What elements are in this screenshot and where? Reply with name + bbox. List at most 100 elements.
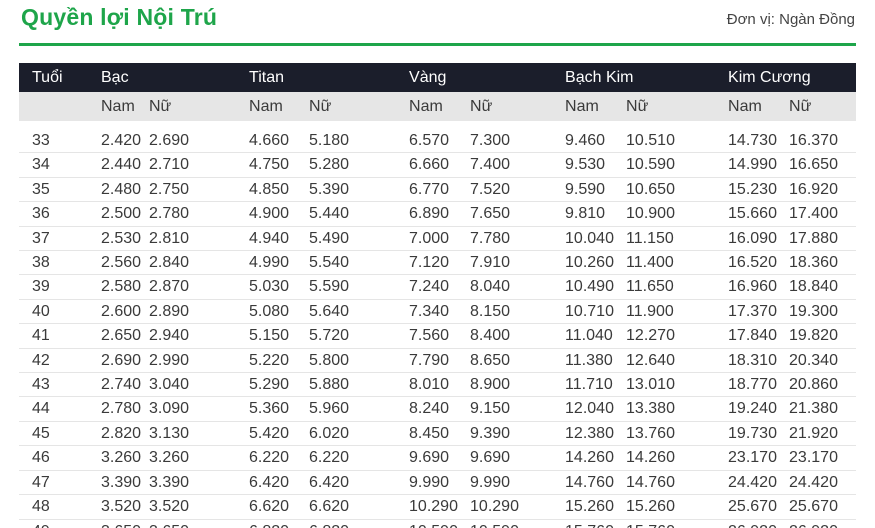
female-value-cell: 5.280 (309, 152, 410, 178)
male-value-cell: 3.260 (88, 445, 149, 471)
male-value-cell: 8.240 (409, 396, 471, 422)
male-value-cell: 5.420 (249, 421, 310, 447)
male-value-cell: 11.040 (565, 323, 627, 349)
female-value-cell: 5.180 (309, 129, 410, 154)
female-value-cell: 7.520 (470, 177, 566, 203)
female-value-cell: 8.400 (470, 323, 566, 349)
female-value-cell: 11.900 (626, 299, 729, 325)
male-header: Nam (88, 92, 149, 121)
male-value-cell: 7.000 (409, 226, 471, 252)
female-value-cell: 7.300 (470, 129, 566, 154)
table-row: 46 3.260 3.260 6.220 6.220 9.690 9.690 14.260 14… (19, 445, 857, 471)
male-value-cell: 9.460 (565, 129, 627, 154)
female-value-cell: 15.260 (626, 494, 729, 520)
tier-header-titan: Titan (249, 63, 410, 92)
male-value-cell: 9.530 (565, 152, 627, 178)
table-row: 38 2.560 2.840 4.990 5.540 7.120 7.910 10.260 11… (19, 250, 857, 276)
male-value-cell: 6.770 (409, 177, 471, 203)
male-value-cell: 9.590 (565, 177, 627, 203)
age-cell: 37 (19, 226, 88, 252)
male-value-cell: 6.820 (249, 519, 309, 528)
female-value-cell: 13.380 (626, 396, 729, 422)
female-value-cell: 7.400 (470, 152, 566, 178)
title-divider (19, 43, 856, 46)
male-value-cell: 4.660 (249, 129, 310, 154)
male-value-cell: 12.380 (565, 421, 627, 447)
male-value-cell: 5.030 (249, 274, 310, 300)
table-row: 39 2.580 2.870 5.030 5.590 7.240 8.040 10.490 11… (19, 274, 857, 300)
age-cell: 41 (19, 323, 88, 349)
male-value-cell: 2.780 (88, 396, 149, 422)
female-value-cell: 18.840 (789, 274, 857, 300)
table-row: 36 2.500 2.780 4.900 5.440 6.890 7.650 9.810 10.… (19, 201, 857, 227)
male-value-cell: 25.670 (728, 494, 790, 520)
female-value-cell: 2.710 (149, 152, 250, 178)
male-value-cell: 14.730 (728, 129, 790, 154)
female-header: Nữ (470, 92, 566, 121)
male-value-cell: 9.990 (409, 470, 471, 496)
male-value-cell: 4.750 (249, 152, 310, 178)
female-value-cell: 19.300 (789, 299, 857, 325)
female-value-cell: 8.900 (470, 372, 566, 398)
female-value-cell: 2.690 (149, 129, 250, 154)
female-value-cell: 13.010 (626, 372, 729, 398)
male-value-cell: 2.500 (88, 201, 149, 227)
male-value-cell: 2.480 (88, 177, 149, 203)
male-value-cell: 6.420 (249, 470, 310, 496)
female-header: Nữ (309, 92, 410, 121)
male-value-cell: 10.590 (409, 519, 470, 528)
male-value-cell: 11.380 (565, 348, 627, 374)
male-value-cell: 2.560 (88, 250, 149, 276)
male-value-cell: 15.660 (728, 201, 790, 227)
female-value-cell: 2.890 (149, 299, 250, 325)
gender-header-row: Nam Nữ Nam Nữ Nam Nữ Nam Nữ Nam Nữ (19, 92, 857, 121)
female-value-cell: 7.910 (470, 250, 566, 276)
female-value-cell: 5.590 (309, 274, 410, 300)
male-value-cell: 9.810 (565, 201, 627, 227)
female-value-cell: 3.090 (149, 396, 250, 422)
age-cell: 36 (19, 201, 88, 227)
male-value-cell: 10.040 (565, 226, 627, 252)
female-value-cell: 10.900 (626, 201, 729, 227)
male-value-cell: 7.240 (409, 274, 471, 300)
female-value-cell: 20.340 (789, 348, 857, 374)
male-value-cell: 2.740 (88, 372, 149, 398)
male-value-cell: 18.310 (728, 348, 790, 374)
female-value-cell: 6.820 (309, 519, 409, 528)
female-value-cell: 6.620 (309, 494, 410, 520)
male-value-cell: 6.660 (409, 152, 471, 178)
male-value-cell: 17.840 (728, 323, 790, 349)
male-value-cell: 5.080 (249, 299, 310, 325)
female-value-cell: 9.390 (470, 421, 566, 447)
table-row: 493.6503.6506.8206.82010.59010.59015.760… (19, 519, 856, 528)
female-value-cell: 7.780 (470, 226, 566, 252)
female-value-cell: 12.270 (626, 323, 729, 349)
female-value-cell: 25.670 (789, 494, 857, 520)
table-body: 33 2.420 2.690 4.660 5.180 6.570 7.300 9.460 10.… (19, 129, 857, 528)
female-value-cell: 5.440 (309, 201, 410, 227)
female-value-cell: 16.650 (789, 152, 857, 178)
male-value-cell: 2.650 (88, 323, 149, 349)
age-subheader (19, 92, 88, 121)
female-value-cell: 5.960 (309, 396, 410, 422)
male-value-cell: 2.580 (88, 274, 149, 300)
spacer-row (19, 121, 856, 129)
female-header: Nữ (626, 92, 729, 121)
table-row: 47 3.390 3.390 6.420 6.420 9.990 9.990 14.760 14… (19, 470, 857, 496)
male-value-cell: 24.420 (728, 470, 790, 496)
male-value-cell: 14.760 (565, 470, 627, 496)
male-value-cell: 4.850 (249, 177, 310, 203)
age-cell: 42 (19, 348, 88, 374)
male-value-cell: 4.940 (249, 226, 310, 252)
table-row: 42 2.690 2.990 5.220 5.800 7.790 8.650 11.380 12… (19, 348, 857, 374)
female-value-cell: 11.650 (626, 274, 729, 300)
male-value-cell: 10.290 (409, 494, 471, 520)
female-value-cell: 6.220 (309, 445, 410, 471)
female-value-cell: 11.150 (626, 226, 729, 252)
page-title: Quyền lợi Nội Trú (21, 4, 218, 30)
male-value-cell: 15.760 (565, 519, 626, 528)
male-header: Nam (249, 92, 310, 121)
male-value-cell: 15.260 (565, 494, 627, 520)
female-value-cell: 10.510 (626, 129, 729, 154)
male-value-cell: 5.150 (249, 323, 310, 349)
